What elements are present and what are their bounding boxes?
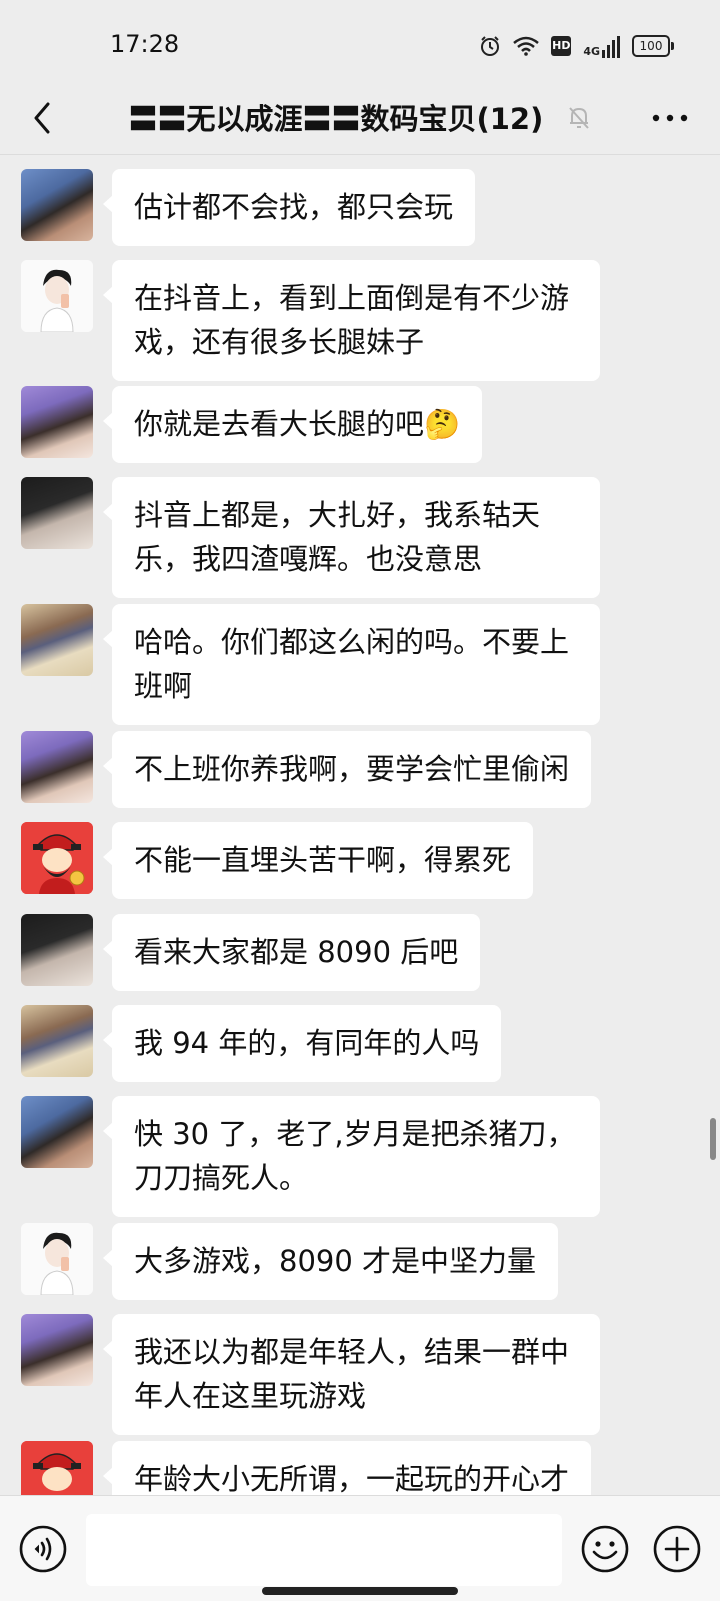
- voice-icon: [19, 1525, 67, 1573]
- bell-muted-icon: [567, 104, 591, 138]
- battery-icon: 100: [632, 35, 674, 57]
- message-bubble[interactable]: 我还以为都是年轻人，结果一群中年人在这里玩游戏: [103, 1314, 600, 1435]
- plus-button[interactable]: [652, 1524, 702, 1574]
- alarm-icon: [481, 36, 500, 56]
- message-bubble[interactable]: 抖音上都是，大扎好，我系轱天乐，我四渣嘎辉。也没意思: [103, 477, 600, 598]
- avatar-anime-man[interactable]: [21, 914, 93, 986]
- avatar-girl-photo[interactable]: [21, 1314, 93, 1386]
- message-bubble[interactable]: 估计都不会找，都只会玩: [102, 169, 476, 246]
- voice-button[interactable]: [18, 1524, 68, 1574]
- message-bubble[interactable]: 我 94 年的，有同年的人吗: [102, 1005, 502, 1082]
- message-bubble[interactable]: 看来大家都是 8090 后吧: [102, 914, 481, 991]
- message-bubble[interactable]: 快 30 了，老了,岁月是把杀猪刀，刀刀搞死人。: [103, 1096, 600, 1217]
- message-bubble[interactable]: 年龄大小无所谓，一起玩的开心才: [102, 1441, 592, 1495]
- home-indicator[interactable]: [262, 1587, 458, 1595]
- message-bubble[interactable]: 大多游戏，8090 才是中坚力量: [102, 1223, 559, 1300]
- status-icons: HD 4G 100: [479, 33, 674, 59]
- input-bar: [0, 1495, 720, 1601]
- message-bubble[interactable]: 不上班你养我啊，要学会忙里偷闲: [102, 731, 592, 808]
- avatar-feet-photo[interactable]: [21, 604, 93, 676]
- more-dots-icon: [652, 114, 688, 122]
- emoji-icon: [581, 1525, 629, 1573]
- avatar-feet-photo[interactable]: [21, 1005, 93, 1077]
- avatar-boy-cartoon[interactable]: [21, 260, 93, 332]
- message-bubble[interactable]: 你就是去看大长腿的吧🤔: [102, 386, 483, 463]
- message-bubble[interactable]: 在抖音上，看到上面倒是有不少游戏，还有很多长腿妹子: [103, 260, 600, 381]
- chat-message-list[interactable]: 估计都不会找，都只会玩 在抖音上，看到上面倒是有不少游戏，还有很多长腿妹子 你就…: [0, 155, 720, 1495]
- hd-badge: HD: [551, 36, 572, 56]
- avatar-boy-photo[interactable]: [21, 169, 93, 241]
- emoji-button[interactable]: [580, 1524, 630, 1574]
- status-bar: 17:28 HD 4G 100: [0, 0, 720, 80]
- avatar-boy-cartoon[interactable]: [21, 1223, 93, 1295]
- message-bubble[interactable]: 哈哈。你们都这么闲的吗。不要上班啊: [103, 604, 600, 725]
- plus-icon: [653, 1525, 701, 1573]
- chat-header: 〓〓无以成涯〓〓数码宝贝(12): [0, 80, 720, 155]
- avatar-girl-photo[interactable]: [21, 731, 93, 803]
- avatar-caishen[interactable]: [21, 822, 93, 894]
- avatar-anime-man[interactable]: [21, 477, 93, 549]
- chat-title: 〓〓无以成涯〓〓数码宝贝(12): [128, 102, 544, 136]
- avatar-boy-photo[interactable]: [21, 1096, 93, 1168]
- wifi-icon: [513, 36, 540, 56]
- avatar-caishen[interactable]: [21, 1441, 93, 1495]
- status-time: 17:28: [110, 30, 180, 58]
- chat-title-wrap: 〓〓无以成涯〓〓数码宝贝(12): [0, 96, 720, 138]
- message-bubble[interactable]: 不能一直埋头苦干啊，得累死: [102, 822, 534, 899]
- scrollbar[interactable]: [710, 1118, 716, 1160]
- network-label: 4G: [583, 45, 600, 58]
- more-button[interactable]: [646, 100, 694, 136]
- avatar-girl-photo[interactable]: [21, 386, 93, 458]
- signal-icon: 4G: [583, 34, 620, 58]
- message-input[interactable]: [86, 1514, 562, 1586]
